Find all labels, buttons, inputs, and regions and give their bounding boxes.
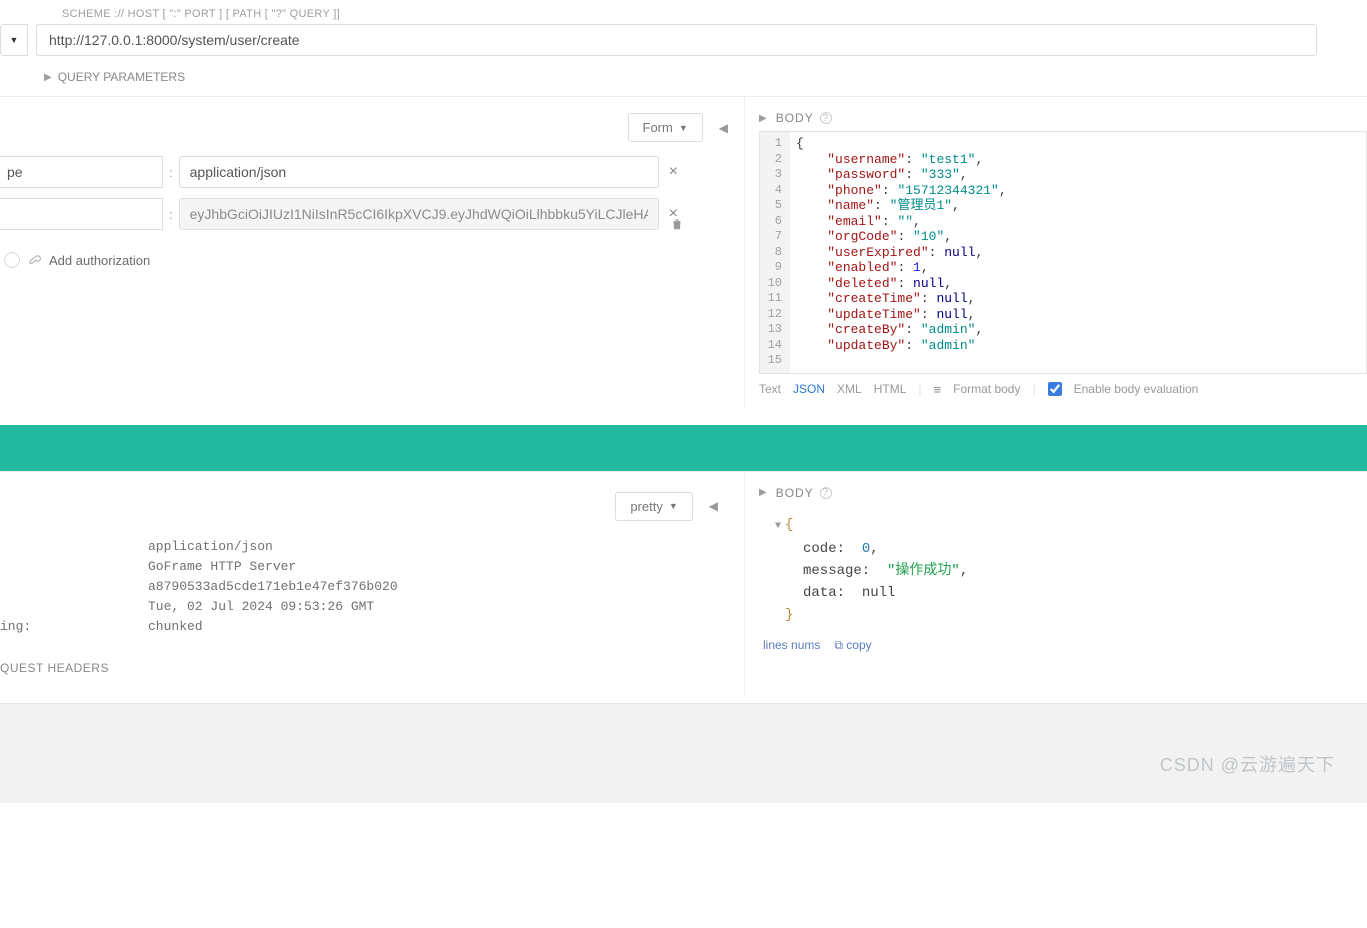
copy-button[interactable]: ⧉ copy (834, 638, 871, 653)
body-format-selector[interactable]: Form ▼ (628, 113, 703, 142)
footer-area: CSDN @云游遍天下 (0, 703, 1367, 803)
circle-placeholder-icon (4, 252, 20, 268)
collapse-icon[interactable]: ▼ (775, 521, 781, 532)
url-input[interactable] (36, 24, 1317, 56)
header-row: : × (0, 156, 744, 188)
caret-down-icon: ▼ (10, 35, 19, 45)
query-parameters-toggle[interactable]: ▶ QUERY PARAMETERS (44, 70, 1367, 84)
line-number-gutter: 123456789101112131415 (760, 132, 790, 373)
request-right-pane: ▶ BODY ? 123456789101112131415 { "userna… (745, 97, 1367, 407)
enable-body-eval-checkbox[interactable] (1048, 382, 1062, 396)
chevron-left-icon[interactable]: ◀ (713, 121, 734, 135)
resp-header-value: Tue, 02 Jul 2024 09:53:26 GMT (148, 597, 734, 617)
remove-header-icon[interactable]: × (669, 163, 678, 181)
format-body-icon: ≡ (934, 382, 942, 397)
response-body-json[interactable]: ▼{ code: 0, message: "操作成功", data: null … (759, 506, 1367, 632)
request-left-pane: Form ▼ ◀ : × : × Add authorization (0, 97, 745, 407)
header-value-input[interactable] (179, 156, 659, 188)
cut-label: ing: (0, 617, 148, 637)
query-parameters-label: QUERY PARAMETERS (58, 70, 185, 84)
enable-body-eval-label: Enable body evaluation (1074, 382, 1199, 396)
code-content[interactable]: { "username": "test1", "password": "333"… (790, 132, 1013, 373)
key-icon (28, 252, 41, 268)
lines-nums-toggle[interactable]: lines nums (763, 638, 820, 653)
fmt-html[interactable]: HTML (874, 382, 907, 396)
header-key-input[interactable] (0, 156, 163, 188)
response-headers-list: application/json GoFrame HTTP Server a87… (0, 537, 734, 637)
caret-right-icon[interactable]: ▶ (759, 113, 768, 124)
body-label: BODY (776, 111, 814, 125)
request-headers-section-label[interactable]: QUEST HEADERS (0, 661, 734, 675)
caret-down-icon: ▼ (679, 123, 688, 133)
chevron-left-icon[interactable]: ◀ (703, 499, 724, 513)
resp-header-value: application/json (148, 537, 734, 557)
add-authorization-button[interactable]: Add authorization (0, 252, 744, 268)
fmt-text[interactable]: Text (759, 382, 781, 396)
caret-down-icon: ▼ (669, 501, 678, 511)
resp-header-value: GoFrame HTTP Server (148, 557, 734, 577)
fmt-xml[interactable]: XML (837, 382, 862, 396)
body-label: BODY (776, 486, 814, 500)
response-left-pane: pretty ▼ ◀ application/json GoFrame HTTP… (0, 472, 745, 695)
header-key-input[interactable] (0, 198, 163, 230)
request-body-editor[interactable]: 123456789101112131415 { "username": "tes… (759, 131, 1367, 374)
delete-icon[interactable] (670, 217, 684, 234)
fmt-json[interactable]: JSON (793, 382, 825, 396)
resp-header-value: a8790533ad5cde171eb1e47ef376b020 (148, 577, 734, 597)
caret-right-icon[interactable]: ▶ (759, 487, 768, 498)
url-hint-label: SCHEME :// HOST [ ":" PORT ] [ PATH [ "?… (62, 8, 1367, 20)
header-row: : × (0, 198, 744, 230)
format-body-button[interactable]: Format body (953, 382, 1020, 396)
help-icon[interactable]: ? (820, 487, 832, 499)
header-value-input[interactable] (179, 198, 659, 230)
help-icon[interactable]: ? (820, 112, 832, 124)
method-dropdown[interactable]: ▼ (0, 24, 28, 56)
resp-header-value: chunked (148, 619, 203, 634)
response-right-pane: ▶ BODY ? ▼{ code: 0, message: "操作成功", da… (745, 472, 1367, 695)
watermark-text: CSDN @云游遍天下 (1160, 751, 1335, 777)
status-band (0, 425, 1367, 471)
colon-sep: : (169, 207, 173, 222)
response-view-selector[interactable]: pretty ▼ (615, 492, 692, 521)
caret-right-icon: ▶ (44, 72, 52, 83)
colon-sep: : (169, 165, 173, 180)
